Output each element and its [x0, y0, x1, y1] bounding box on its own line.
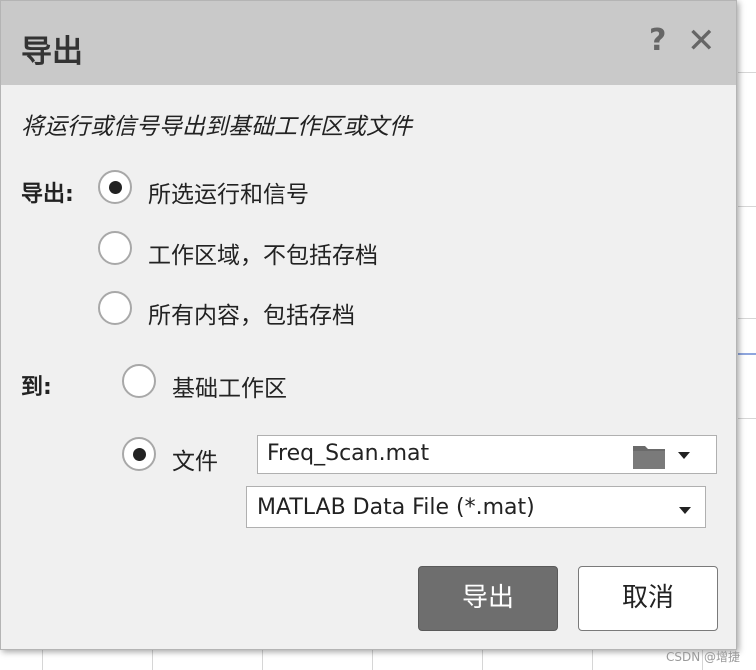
option-base-workspace-label: 基础工作区 — [172, 376, 287, 402]
dialog-titlebar: 导出 ? ✕ — [1, 1, 736, 85]
option-file-label: 文件 — [172, 449, 218, 475]
chevron-down-icon — [679, 507, 691, 514]
radio-dot — [108, 180, 122, 194]
destination-label: 到: — [21, 375, 52, 400]
close-icon[interactable]: ✕ — [687, 21, 716, 61]
option-workspace-no-archive-label: 工作区域，不包括存档 — [148, 243, 378, 269]
file-type-value: MATLAB Data File (*.mat) — [257, 495, 535, 520]
cancel-button[interactable]: 取消 — [578, 566, 718, 631]
radio-workspace-no-archive[interactable] — [98, 231, 132, 265]
watermark: CSDN @增捷 — [666, 650, 741, 664]
radio-base-workspace[interactable] — [122, 364, 156, 398]
option-selected-runs-label: 所选运行和信号 — [148, 182, 309, 208]
radio-dot — [132, 447, 146, 461]
export-label: 导出: — [21, 182, 74, 207]
folder-icon[interactable] — [633, 444, 665, 469]
dialog-title: 导出 — [21, 34, 83, 70]
export-dialog: 导出 ? ✕ 将运行或信号导出到基础工作区或文件 导出: 所选运行和信号 工作区… — [0, 0, 737, 650]
radio-all-content[interactable] — [98, 291, 132, 325]
file-type-select[interactable]: MATLAB Data File (*.mat) — [246, 486, 706, 528]
chevron-down-icon[interactable] — [678, 452, 690, 459]
option-all-content-label: 所有内容，包括存档 — [148, 303, 355, 329]
file-name-field[interactable]: Freq_Scan.mat — [257, 435, 717, 474]
file-name-value: Freq_Scan.mat — [267, 441, 430, 466]
radio-selected-runs[interactable] — [98, 170, 132, 204]
dialog-description: 将运行或信号导出到基础工作区或文件 — [21, 114, 412, 140]
export-button[interactable]: 导出 — [418, 566, 558, 631]
radio-file[interactable] — [122, 437, 156, 471]
help-icon[interactable]: ? — [649, 23, 666, 58]
